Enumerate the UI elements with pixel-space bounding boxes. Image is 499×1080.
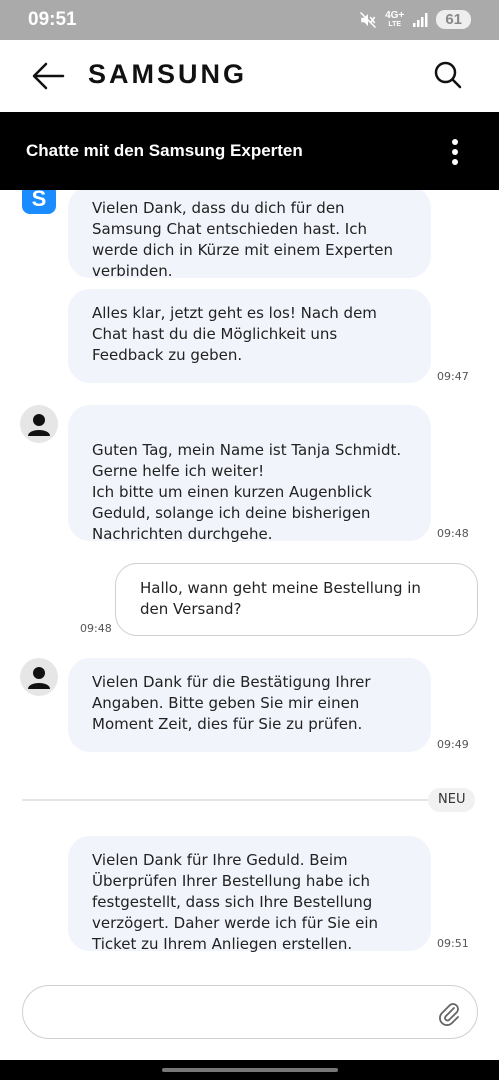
message-text: Hallo, wann geht meine Bestellung in den… — [140, 579, 421, 618]
message-bubble-user: Hallo, wann geht meine Bestellung in den… — [115, 563, 478, 636]
message-bubble-agent: Vielen Dank für Ihre Geduld. Beim Überpr… — [68, 836, 431, 953]
message-timestamp: 09:48 — [80, 622, 112, 635]
message-timestamp: 09:47 — [437, 370, 469, 383]
search-icon[interactable] — [433, 60, 463, 90]
message-composer[interactable] — [22, 985, 478, 1039]
message-input[interactable] — [43, 1000, 423, 1024]
network-type-top: 4G+ — [385, 9, 405, 21]
home-gesture-handle[interactable] — [162, 1068, 338, 1072]
message-timestamp: 09:51 — [437, 937, 469, 950]
message-list[interactable]: S Vielen Dank, dass du dich für den Sams… — [0, 190, 499, 980]
message-timestamp: 09:49 — [437, 738, 469, 751]
message-text: Vielen Dank für Ihre Geduld. Beim Überpr… — [92, 851, 378, 953]
back-arrow-icon[interactable] — [30, 58, 66, 94]
battery-level: 61 — [436, 10, 471, 29]
message-text: Vielen Dank, dass du dich für den Samsun… — [92, 199, 394, 280]
status-time: 09:51 — [28, 9, 77, 30]
new-messages-badge: NEU — [428, 788, 476, 812]
status-bar: 09:51 4G+ LTE 61 — [0, 0, 499, 40]
system-nav-bar — [0, 1060, 499, 1080]
app-bar: SAMSUNG — [0, 40, 499, 112]
network-type-bottom: LTE — [388, 20, 402, 28]
samsung-bot-icon: S — [22, 190, 56, 214]
message-bubble-agent: Vielen Dank für die Bestätigung Ihrer An… — [68, 658, 431, 752]
chat-header: Chatte mit den Samsung Experten — [0, 112, 499, 190]
samsung-logo: SAMSUNG — [88, 59, 248, 89]
message-timestamp: 09:48 — [437, 527, 469, 540]
status-icons: 4G+ LTE 61 — [359, 10, 471, 29]
person-icon — [28, 667, 50, 689]
new-messages-divider — [22, 799, 430, 801]
agent-avatar — [20, 658, 58, 696]
message-text: Guten Tag, mein Name ist Tanja Schmidt. … — [92, 441, 402, 543]
message-text: Vielen Dank für die Bestätigung Ihrer An… — [92, 673, 371, 733]
person-icon — [28, 414, 50, 436]
chat-title: Chatte mit den Samsung Experten — [26, 141, 303, 160]
mute-icon — [360, 11, 377, 28]
message-bubble-bot: Alles klar, jetzt geht es los! Nach dem … — [68, 289, 431, 383]
paperclip-icon[interactable] — [437, 1000, 461, 1026]
message-bubble-agent: Guten Tag, mein Name ist Tanja Schmidt. … — [68, 405, 431, 543]
message-bubble-bot: Vielen Dank, dass du dich für den Samsun… — [68, 190, 431, 280]
more-vertical-icon[interactable] — [451, 138, 459, 166]
agent-avatar — [20, 405, 58, 443]
message-text: Alles klar, jetzt geht es los! Nach dem … — [92, 304, 377, 364]
signal-icon — [413, 12, 428, 27]
network-indicator: 4G+ LTE — [385, 9, 405, 29]
